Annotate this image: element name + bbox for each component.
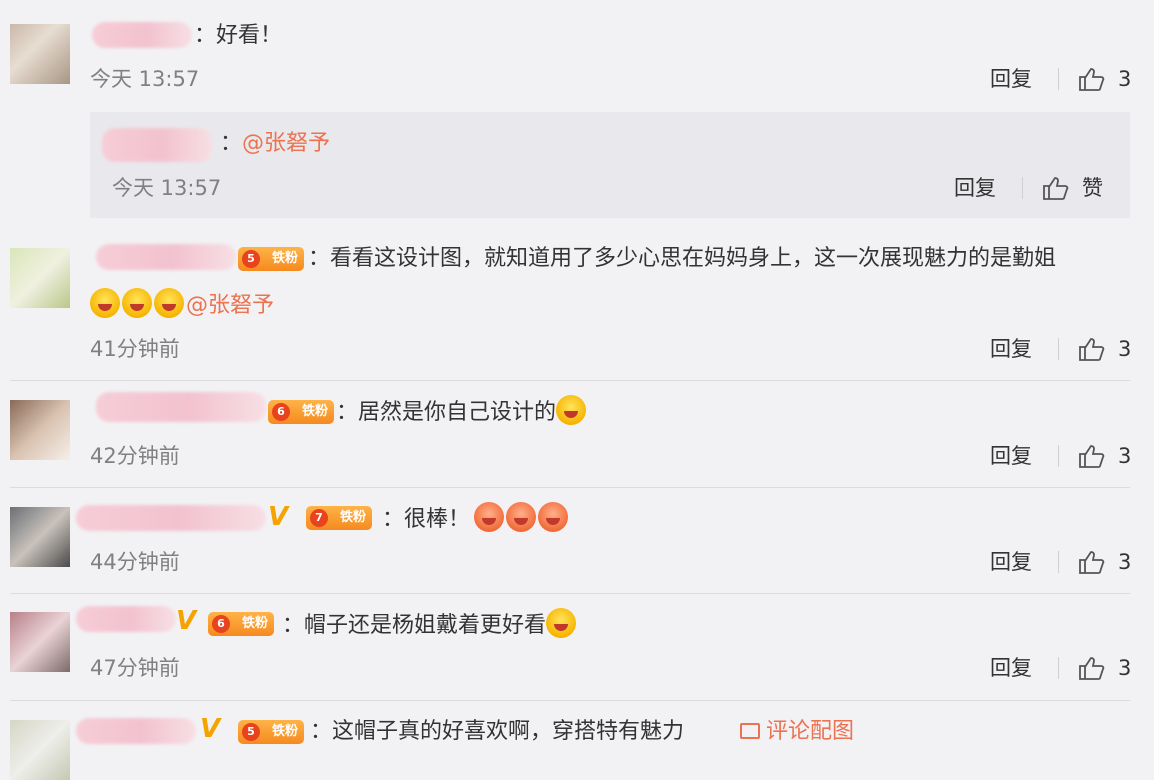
badge-label: 铁粉	[339, 510, 366, 525]
fan-badge[interactable]: 7 铁粉	[306, 506, 372, 530]
divider	[10, 487, 1130, 488]
thumbs-up-icon	[1079, 68, 1105, 91]
divider	[1058, 338, 1059, 360]
badge-level: 7	[310, 509, 328, 527]
image-icon	[740, 723, 760, 739]
comment-text-body: ：很棒！	[382, 507, 471, 532]
like-count: 3	[1118, 337, 1132, 361]
mention-link[interactable]: @张砮予	[186, 293, 274, 318]
divider	[1058, 551, 1059, 573]
reply-button[interactable]: 回复	[990, 335, 1032, 363]
like-count: 3	[1118, 550, 1132, 574]
crying-laugh-emoji-icon	[154, 288, 184, 318]
smirk-emoji-icon	[546, 608, 577, 638]
fan-badge[interactable]: 5 铁粉	[238, 247, 304, 271]
avatar[interactable]	[10, 507, 70, 567]
comment-time: 今天 13:57	[90, 67, 200, 91]
divider	[1058, 445, 1059, 467]
thumbs-up-icon	[1043, 177, 1069, 200]
like-count: 3	[1118, 444, 1132, 468]
username-blurred[interactable]	[76, 505, 266, 531]
crying-laugh-emoji-icon	[122, 288, 152, 318]
comment-text-body: ：帽子还是杨姐戴着更好看	[282, 613, 547, 638]
thumbs-up-icon	[1079, 551, 1105, 574]
like-button[interactable]: 3	[1078, 335, 1138, 363]
fan-badge[interactable]: 6 铁粉	[268, 400, 334, 424]
thumbs-up-icon	[1079, 445, 1105, 468]
verified-v-icon: V	[200, 714, 221, 744]
badge-level: 6	[272, 403, 290, 421]
username-blurred[interactable]	[96, 244, 236, 270]
mention-link[interactable]: @张砮予	[242, 131, 330, 156]
reply-button[interactable]: 回复	[990, 654, 1032, 682]
username-blurred[interactable]	[76, 606, 176, 632]
avatar[interactable]	[10, 720, 70, 780]
comment-image-label: 评论配图	[766, 719, 855, 744]
fan-badge[interactable]: 5 铁粉	[238, 720, 304, 744]
divider	[1058, 68, 1059, 90]
avatar[interactable]	[10, 248, 70, 308]
reply-button[interactable]: 回复	[954, 174, 996, 202]
comment-time: 42分钟前	[90, 444, 180, 468]
divider	[1022, 177, 1023, 199]
comment-text: ：这帽子真的好喜欢啊，穿搭特有魅力	[310, 719, 685, 744]
bunny-emoji-icon	[474, 502, 505, 532]
verified-v-icon: V	[176, 606, 197, 636]
username-blurred[interactable]	[102, 128, 212, 162]
sub-reply-box: ：@张砮予 今天 13:57 回复 赞	[90, 112, 1130, 218]
sub-reply-time: 今天 13:57	[112, 176, 222, 200]
fan-badge[interactable]: 6 铁粉	[208, 612, 274, 636]
like-button[interactable]: 3	[1078, 442, 1138, 470]
badge-label: 铁粉	[271, 724, 298, 739]
badge-label: 铁粉	[241, 616, 268, 631]
avatar[interactable]	[10, 24, 70, 84]
badge-label: 铁粉	[271, 251, 298, 266]
badge-level: 5	[242, 250, 260, 268]
divider	[10, 593, 1130, 594]
avatar[interactable]	[10, 612, 70, 672]
reply-button[interactable]: 回复	[990, 442, 1032, 470]
divider	[1058, 657, 1059, 679]
comment-time: 44分钟前	[90, 550, 180, 574]
comment-time: 41分钟前	[90, 337, 180, 361]
like-button[interactable]: 3	[1078, 65, 1138, 93]
comment-text: ：帽子还是杨姐戴着更好看	[282, 608, 578, 642]
comment-time: 47分钟前	[90, 656, 180, 680]
username-blurred[interactable]	[76, 718, 196, 744]
comment-text-body: ：居然是你自己设计的	[336, 400, 557, 425]
reply-button[interactable]: 回复	[990, 548, 1032, 576]
badge-level: 5	[242, 723, 260, 741]
comment-text-line2: @张砮予	[90, 288, 274, 322]
comment-image-link[interactable]: 评论配图	[740, 716, 854, 748]
comment-text: ：看看这设计图，就知道用了多少心思在妈妈身上，这一次展现魅力的是勤姐	[308, 246, 1057, 271]
divider	[10, 700, 1130, 701]
like-button[interactable]: 赞	[1042, 174, 1122, 202]
username-blurred[interactable]	[92, 22, 192, 48]
like-count: 3	[1118, 67, 1132, 91]
bunny-emoji-icon	[506, 502, 537, 532]
heart-eyes-emoji-icon	[556, 395, 587, 425]
thumbs-up-icon	[1079, 657, 1105, 680]
sub-reply-text: ：@张砮予	[220, 128, 330, 160]
comment-text: ：居然是你自己设计的	[336, 395, 588, 429]
badge-label: 铁粉	[301, 404, 328, 419]
badge-level: 6	[212, 615, 230, 633]
sub-reply-prefix: ：	[220, 131, 243, 156]
like-button[interactable]: 3	[1078, 548, 1138, 576]
crying-laugh-emoji-icon	[90, 288, 120, 318]
like-button[interactable]: 3	[1078, 654, 1138, 682]
comment-text: ：好看！	[194, 23, 283, 48]
divider	[10, 380, 1130, 381]
reply-button[interactable]: 回复	[990, 65, 1032, 93]
avatar[interactable]	[10, 400, 70, 460]
like-count: 3	[1118, 656, 1132, 680]
thumbs-up-icon	[1079, 338, 1105, 361]
username-blurred[interactable]	[96, 392, 266, 422]
bunny-emoji-icon	[538, 502, 569, 532]
verified-v-icon: V	[268, 502, 289, 532]
comment-text: ：很棒！	[382, 502, 570, 536]
like-label: 赞	[1082, 176, 1103, 200]
